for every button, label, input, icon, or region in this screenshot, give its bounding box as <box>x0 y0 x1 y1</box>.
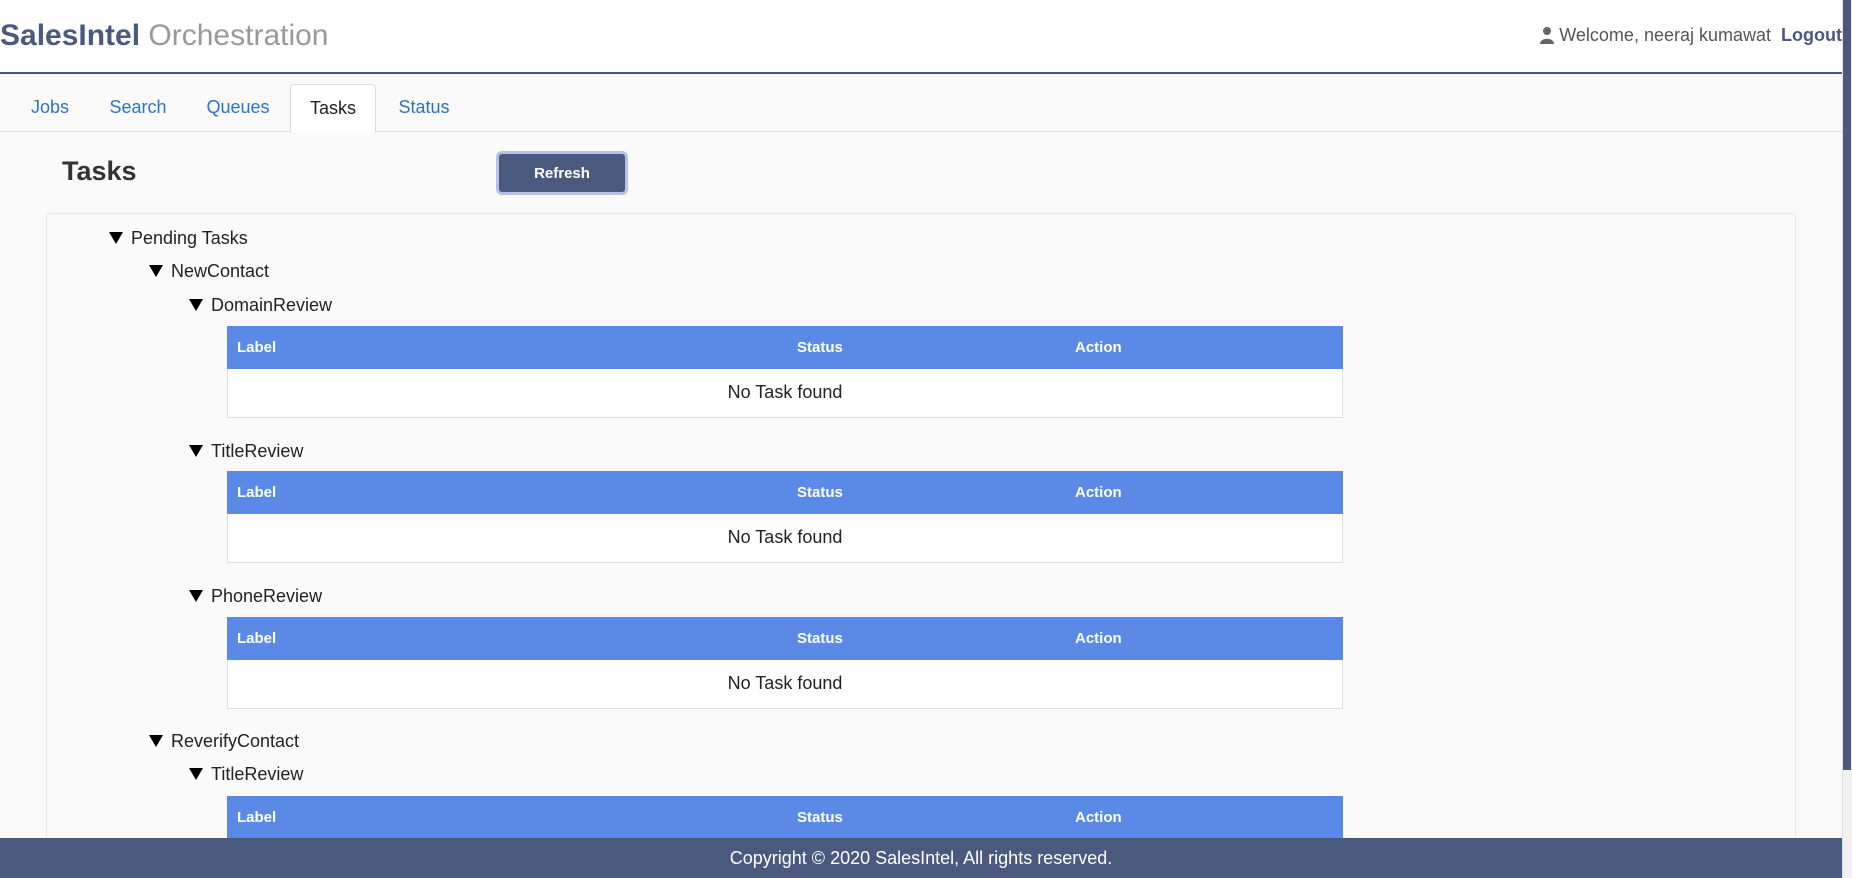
welcome-text: Welcome, neeraj kumawat <box>1559 24 1772 45</box>
tree-node-label: ReverifyContact <box>171 731 300 751</box>
table-header: Label Status Action <box>227 471 1343 514</box>
task-table-titlereview-reverify: Label Status Action <box>227 796 1343 839</box>
task-table-titlereview: Label Status Action No Task found <box>227 471 1343 563</box>
tasks-panel: Pending Tasks NewContact DomainReview La… <box>46 213 1796 878</box>
expand-triangle-icon <box>149 735 163 747</box>
tab-tasks[interactable]: Tasks <box>290 84 376 133</box>
tree-node-titlereview[interactable]: TitleReview <box>189 439 303 463</box>
col-action-header: Action <box>1075 339 1122 356</box>
expand-triangle-icon <box>189 445 203 457</box>
user-area: Welcome, neeraj kumawat Logout <box>1540 24 1842 46</box>
refresh-button[interactable]: Refresh <box>496 151 628 195</box>
scrollbar-thumb[interactable] <box>1843 0 1851 770</box>
page-title: Tasks <box>62 156 137 186</box>
brand-logo[interactable]: SalesIntel Orchestration <box>0 18 329 54</box>
expand-triangle-icon <box>109 232 123 244</box>
brand-suffix: Orchestration <box>148 19 329 52</box>
tree-node-label: PhoneReview <box>211 586 323 606</box>
expand-triangle-icon <box>189 590 203 602</box>
tree-node-label: TitleReview <box>211 764 304 784</box>
brand-name: SalesIntel <box>0 19 141 52</box>
tree-node-domainreview[interactable]: DomainReview <box>189 293 332 317</box>
col-action-header: Action <box>1075 630 1122 647</box>
col-status-header: Status <box>797 484 843 501</box>
tree-node-label: Pending Tasks <box>131 228 248 248</box>
nav-tabs: Jobs Search Queues Tasks Status <box>0 84 1842 133</box>
tab-jobs[interactable]: Jobs <box>14 84 86 132</box>
task-table-domainreview: Label Status Action No Task found <box>227 326 1343 418</box>
table-header: Label Status Action <box>227 796 1343 839</box>
user-icon <box>1540 27 1555 44</box>
expand-triangle-icon <box>189 768 203 780</box>
task-table-phonereview: Label Status Action No Task found <box>227 617 1343 709</box>
col-action-header: Action <box>1075 809 1122 826</box>
col-action-header: Action <box>1075 484 1122 501</box>
tree-node-label: DomainReview <box>211 295 333 315</box>
col-label-header: Label <box>237 809 277 826</box>
empty-row: No Task found <box>227 369 1343 418</box>
expand-triangle-icon <box>149 265 163 277</box>
tree-node-reverifycontact[interactable]: ReverifyContact <box>149 729 299 753</box>
logout-link[interactable]: Logout <box>1781 25 1842 46</box>
tree-node-label: NewContact <box>171 261 270 281</box>
app-header: SalesIntel Orchestration Welcome, neeraj… <box>0 0 1842 74</box>
col-label-header: Label <box>237 484 277 501</box>
table-header: Label Status Action <box>227 617 1343 660</box>
tab-queues[interactable]: Queues <box>190 84 286 132</box>
col-status-header: Status <box>797 339 843 356</box>
tab-status[interactable]: Status <box>384 84 464 132</box>
tree-node-titlereview-reverify[interactable]: TitleReview <box>189 762 303 786</box>
empty-row: No Task found <box>227 660 1343 709</box>
tree-node-pending-tasks[interactable]: Pending Tasks <box>109 226 248 250</box>
tree-node-label: TitleReview <box>211 441 304 461</box>
page-scrollbar[interactable] <box>1842 0 1852 878</box>
col-label-header: Label <box>237 630 277 647</box>
empty-row: No Task found <box>227 514 1343 563</box>
table-header: Label Status Action <box>227 326 1343 369</box>
col-status-header: Status <box>797 630 843 647</box>
tab-search[interactable]: Search <box>96 84 180 132</box>
tree-node-phonereview[interactable]: PhoneReview <box>189 584 322 608</box>
col-status-header: Status <box>797 809 843 826</box>
expand-triangle-icon <box>189 299 203 311</box>
tree-node-newcontact[interactable]: NewContact <box>149 259 269 283</box>
col-label-header: Label <box>237 339 277 356</box>
footer: Copyright © 2020 SalesIntel, All rights … <box>0 838 1842 878</box>
